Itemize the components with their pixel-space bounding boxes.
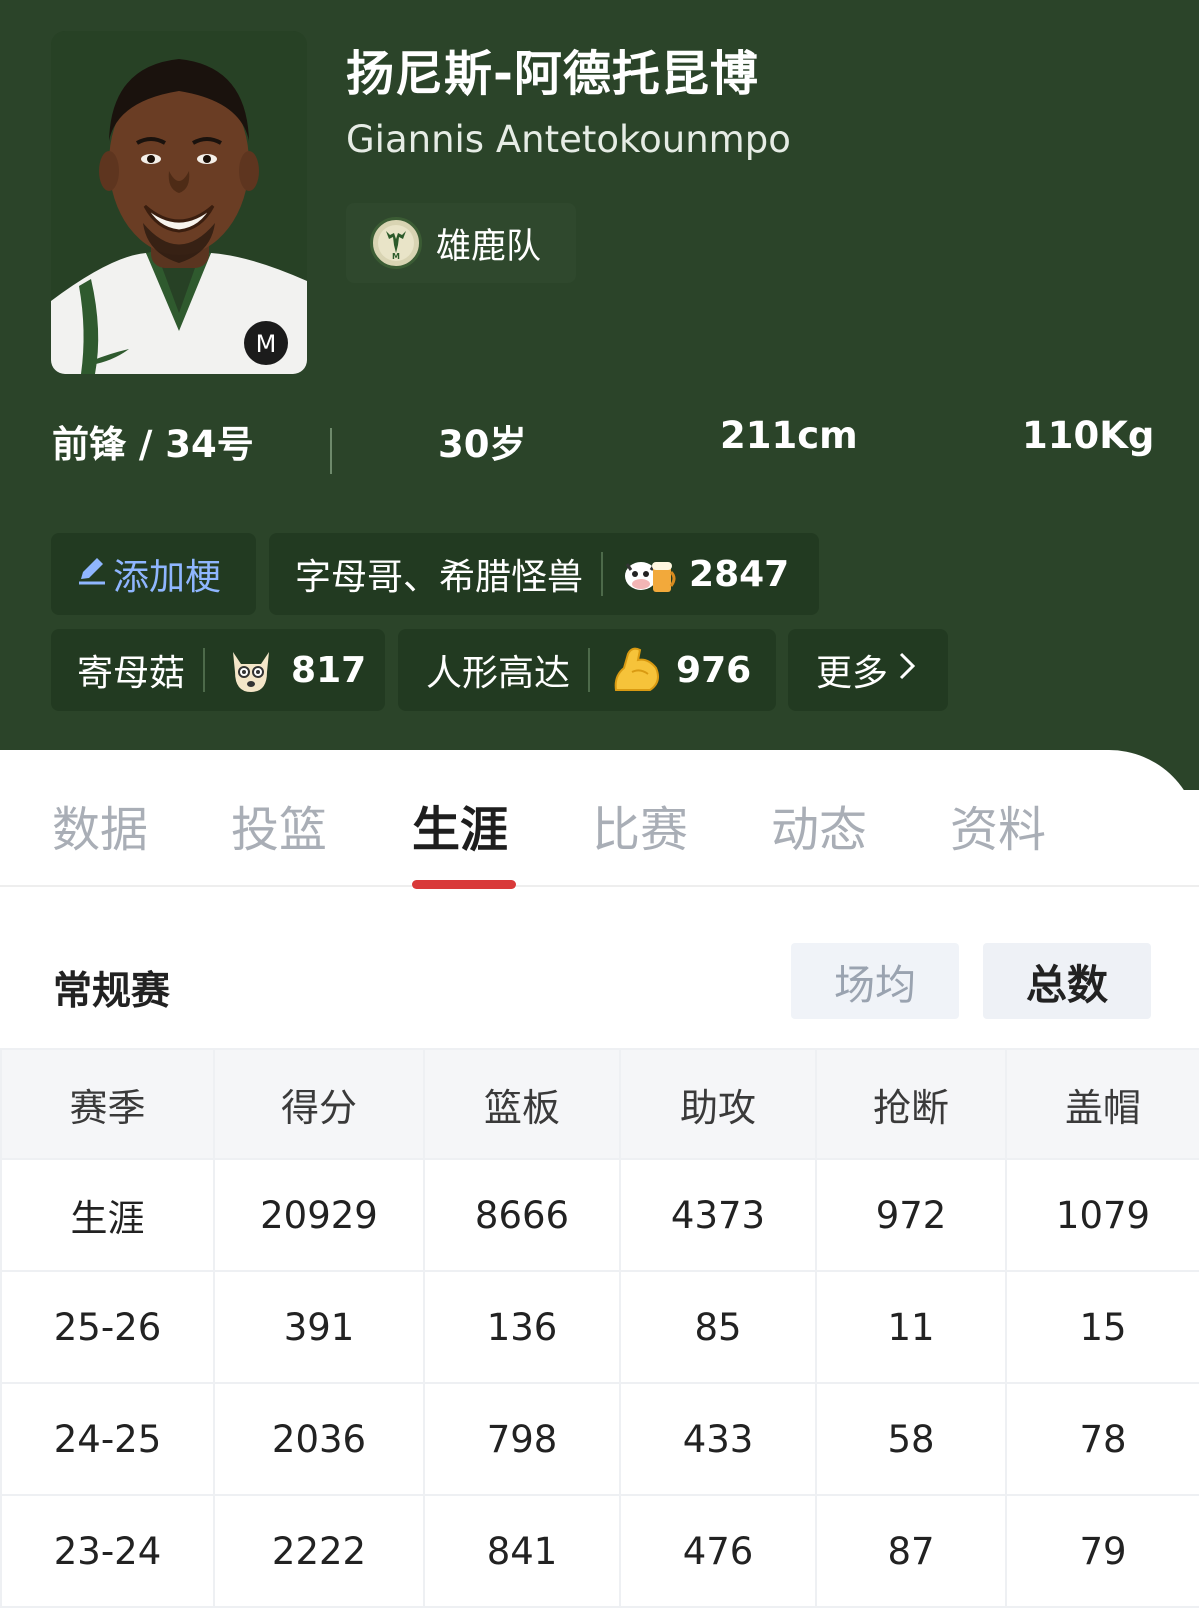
content-panel: 数据 投篮 生涯 比赛 动态 资料 常规赛 场均 总数 赛季 得分 篮板 助攻 … [0,750,1199,1613]
table-cell: 4373 [619,1158,817,1272]
table-cell: 15 [1005,1270,1199,1384]
table-row: 生涯 20929 8666 4373 972 1079 [0,1158,1199,1272]
tag-divider [588,648,591,692]
table-cell: 841 [423,1494,621,1608]
svg-text:M: M [392,252,400,261]
pencil-icon [75,553,109,596]
player-name-cn: 扬尼斯-阿德托昆博 [346,46,759,102]
table-cell: 476 [619,1494,817,1608]
table-cell: 生涯 [0,1158,215,1272]
per-game-toggle[interactable]: 场均 [791,943,959,1019]
table-cell: 972 [815,1158,1007,1272]
tab-career[interactable]: 生涯 [412,790,508,860]
table-cell: 87 [815,1494,1007,1608]
tab-shooting[interactable]: 投篮 [231,790,327,860]
tag-divider [601,552,604,596]
table-cell: 798 [423,1382,621,1496]
career-stats-table: 赛季 得分 篮板 助攻 抢断 盖帽 生涯 20929 8666 4373 972… [0,1048,1199,1608]
tab-profile[interactable]: 资料 [950,790,1046,860]
nickname-text: 人形高达 [426,653,571,694]
column-header: 篮板 [423,1048,621,1160]
table-cell: 24-25 [0,1382,215,1496]
info-divider [330,428,332,474]
flexed-bicep-icon [608,642,664,698]
column-header: 抢断 [815,1048,1007,1160]
cow-beer-icon [621,546,677,602]
bucks-logo-icon: M [370,217,422,269]
tab-data[interactable]: 数据 [52,790,148,860]
player-weight: 110Kg [1022,414,1155,457]
tab-news[interactable]: 动态 [771,790,867,860]
player-info-row: 前锋 / 34号 30岁 211cm 110Kg [0,414,1199,484]
team-chip[interactable]: M 雄鹿队 [346,203,576,283]
player-age: 30岁 [438,423,527,466]
nickname-tag[interactable]: 人形高达 976 [398,629,776,711]
table-row: 24-25 2036 798 433 58 78 [0,1382,1199,1496]
nickname-count: 2847 [689,553,790,595]
totals-toggle[interactable]: 总数 [983,943,1151,1019]
table-cell: 78 [1005,1382,1199,1496]
table-cell: 8666 [423,1158,621,1272]
nickname-text: 寄母菇 [77,653,186,694]
column-header: 助攻 [619,1048,817,1160]
table-cell: 391 [213,1270,425,1384]
player-avatar: M [51,31,307,374]
table-cell: 11 [815,1270,1007,1384]
column-header: 盖帽 [1005,1048,1199,1160]
column-header: 得分 [213,1048,425,1160]
nickname-count: 817 [291,649,367,691]
table-cell: 58 [815,1382,1007,1496]
tag-divider [203,648,206,692]
player-height: 211cm [720,414,858,457]
add-nickname-button[interactable]: 添加梗 [51,533,256,615]
table-cell: 25-26 [0,1270,215,1384]
table-cell: 1079 [1005,1158,1199,1272]
svg-text:M: M [256,330,277,358]
nickname-text: 字母哥、希腊怪兽 [295,557,584,598]
active-tab-indicator [412,880,516,889]
table-row: 23-24 2222 841 476 87 79 [0,1494,1199,1608]
table-header-row: 赛季 得分 篮板 助攻 抢断 盖帽 [0,1048,1199,1160]
position-number: 前锋 / 34号 [52,423,254,466]
shocked-dog-icon [223,642,279,698]
table-cell: 2036 [213,1382,425,1496]
table-cell: 20929 [213,1158,425,1272]
table-cell: 136 [423,1270,621,1384]
table-cell: 23-24 [0,1494,215,1608]
nickname-count: 976 [676,649,752,691]
table-cell: 433 [619,1382,817,1496]
player-header: M 扬尼斯-阿德托昆博 Giannis Antetokounmpo M 雄鹿队 … [0,0,1199,790]
team-name: 雄鹿队 [436,226,542,267]
table-cell: 2222 [213,1494,425,1608]
chevron-right-icon [896,649,918,692]
table-cell: 85 [619,1270,817,1384]
tab-games[interactable]: 比赛 [592,790,688,860]
section-title: 常规赛 [53,969,171,1014]
table-row: 25-26 391 136 85 11 15 [0,1270,1199,1384]
player-name-en: Giannis Antetokounmpo [346,118,791,161]
column-header: 赛季 [0,1048,215,1160]
more-nicknames-button[interactable]: 更多 [788,629,948,711]
nickname-tag[interactable]: 寄母菇 817 [51,629,385,711]
table-cell: 79 [1005,1494,1199,1608]
more-label: 更多 [816,653,889,694]
add-nickname-label: 添加梗 [113,557,222,598]
nickname-tag[interactable]: 字母哥、希腊怪兽 2847 [269,533,819,615]
tab-bar: 数据 投篮 生涯 比赛 动态 资料 [0,750,1199,889]
